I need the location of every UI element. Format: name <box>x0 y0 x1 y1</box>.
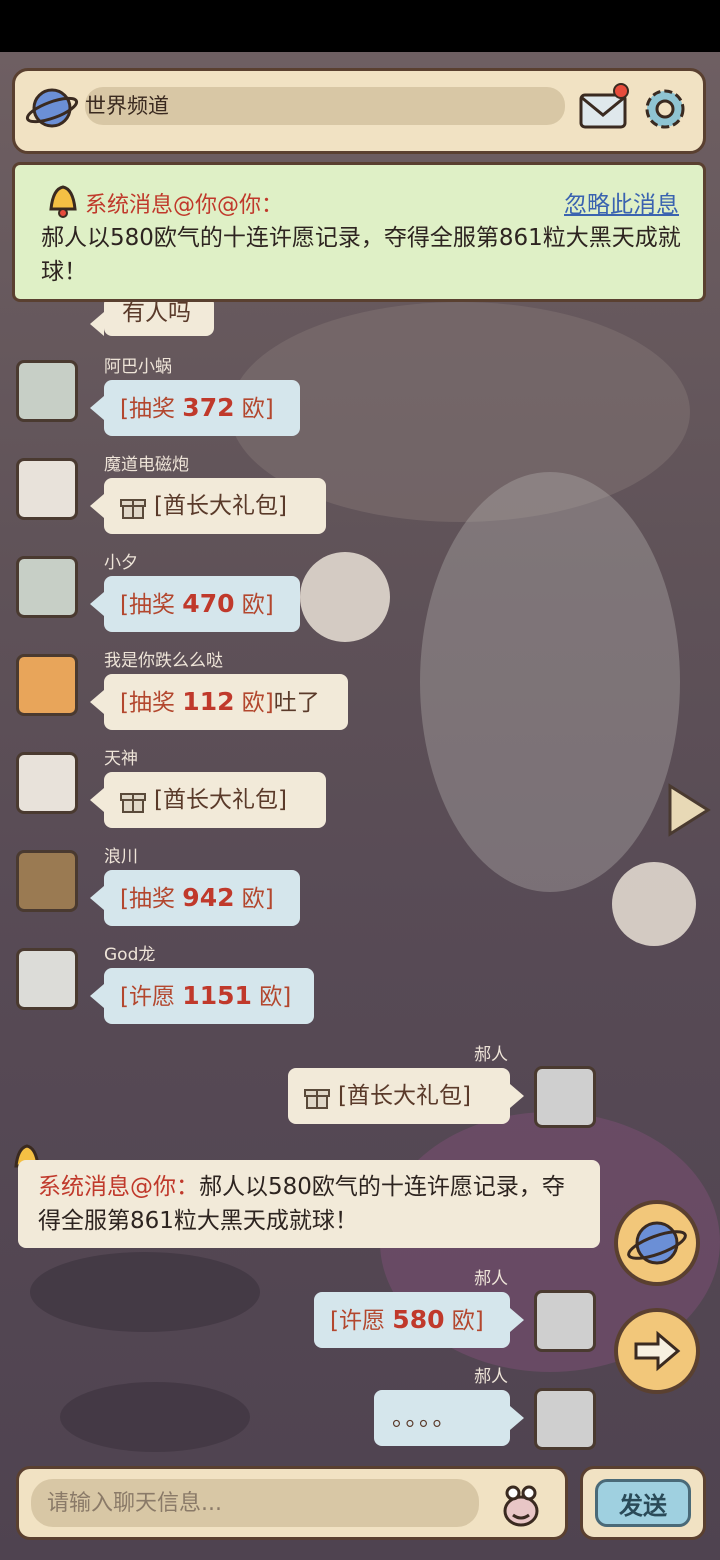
system-notification-banner: 系统消息@你@你： 忽略此消息 郝人以580欧气的十连许愿记录，夺得全服第861… <box>12 162 706 302</box>
message-bubble: 有人吗 <box>90 302 214 336</box>
sender-name: 郝人 <box>474 1269 508 1289</box>
sender-name: God龙 <box>104 945 156 965</box>
list-item: 郝人 [许愿 580 欧] <box>0 1264 720 1356</box>
avatar[interactable] <box>16 948 78 1010</box>
message-bubble[interactable]: [抽奖 112 欧]吐了 <box>90 674 348 730</box>
system-message: 系统消息@你：郝人以580欧气的十连许愿记录，夺得全服第861粒大黑天成就球！ <box>18 1160 600 1248</box>
channel-label: 世界频道 <box>85 94 169 118</box>
world-channel-button[interactable] <box>614 1200 700 1286</box>
message-bubble[interactable]: [抽奖 470 欧] <box>90 576 300 632</box>
channel-selector[interactable]: 世界频道 <box>85 87 565 125</box>
avatar[interactable] <box>16 752 78 814</box>
exit-arrow-button[interactable] <box>614 1308 700 1394</box>
chat-input[interactable] <box>31 1479 479 1527</box>
list-item: 浪川 [抽奖 942 欧] <box>0 842 720 932</box>
message-bubble[interactable]: [许愿 1151 欧] <box>90 968 314 1024</box>
message-bubble[interactable]: [抽奖 942 欧] <box>90 870 300 926</box>
message-bubble[interactable]: [酋长大礼包] <box>288 1068 524 1124</box>
sender-name: 浪川 <box>104 847 138 867</box>
send-button-frame: 发送 <box>580 1466 706 1540</box>
sender-name: 阿巴小蜗 <box>104 357 172 377</box>
list-item: God龙 [许愿 1151 欧] <box>0 940 720 1030</box>
list-item: 魔道电磁炮 [酋长大礼包] <box>0 450 720 540</box>
gift-icon <box>120 792 146 813</box>
avatar[interactable] <box>16 850 78 912</box>
message-bubble[interactable]: [酋长大礼包] <box>90 478 326 534</box>
sender-name: 小夕 <box>104 553 138 573</box>
bell-icon <box>49 185 77 218</box>
sender-name: 魔道电磁炮 <box>104 455 189 475</box>
sender-name: 我是你跌么么哒 <box>104 651 223 671</box>
arrow-right-icon <box>634 1330 681 1372</box>
world-planet-icon[interactable] <box>25 81 79 135</box>
banner-title: 系统消息@你@你： <box>85 193 284 218</box>
settings-gear-icon[interactable] <box>637 81 693 137</box>
avatar[interactable] <box>16 654 78 716</box>
chat-input-bar <box>16 1466 568 1540</box>
list-item: 郝人 。。。。 <box>0 1362 720 1454</box>
top-bar: 世界频道 <box>12 68 706 154</box>
message-bubble[interactable]: [抽奖 372 欧] <box>90 380 300 436</box>
sender-name: 郝人 <box>474 1045 508 1065</box>
sender-name: 郝人 <box>474 1367 508 1387</box>
avatar[interactable] <box>16 458 78 520</box>
list-item: 我是你跌么么哒 [抽奖 112 欧]吐了 <box>0 646 720 736</box>
list-item: 阿巴小蜗 [抽奖 372 欧] <box>0 352 720 442</box>
list-item: 郝人 [酋长大礼包] <box>0 1040 720 1132</box>
gift-icon <box>120 498 146 519</box>
avatar[interactable] <box>534 1290 596 1352</box>
ignore-message-link[interactable]: 忽略此消息 <box>564 185 679 219</box>
list-item: 有人吗 <box>0 302 720 342</box>
banner-text: 郝人以580欧气的十连许愿记录，夺得全服第861粒大黑天成就球！ <box>41 225 681 285</box>
send-button[interactable]: 发送 <box>595 1479 691 1527</box>
avatar[interactable] <box>16 360 78 422</box>
list-item: 天神 [酋长大礼包] <box>0 744 720 834</box>
avatar[interactable] <box>16 556 78 618</box>
message-bubble[interactable]: [酋长大礼包] <box>90 772 326 828</box>
gift-icon <box>304 1088 330 1109</box>
sender-name: 天神 <box>104 749 138 769</box>
system-message-title: 系统消息@你： <box>38 1174 199 1200</box>
world-planet-icon <box>627 1221 687 1265</box>
avatar[interactable] <box>534 1066 596 1128</box>
message-bubble[interactable]: [许愿 580 欧] <box>314 1292 524 1348</box>
avatar[interactable] <box>534 1388 596 1450</box>
message-bubble[interactable]: 。。。。 <box>374 1390 524 1446</box>
list-item: 小夕 [抽奖 470 欧] <box>0 548 720 638</box>
mail-icon[interactable] <box>575 81 631 137</box>
emoji-icon[interactable] <box>493 1477 549 1533</box>
